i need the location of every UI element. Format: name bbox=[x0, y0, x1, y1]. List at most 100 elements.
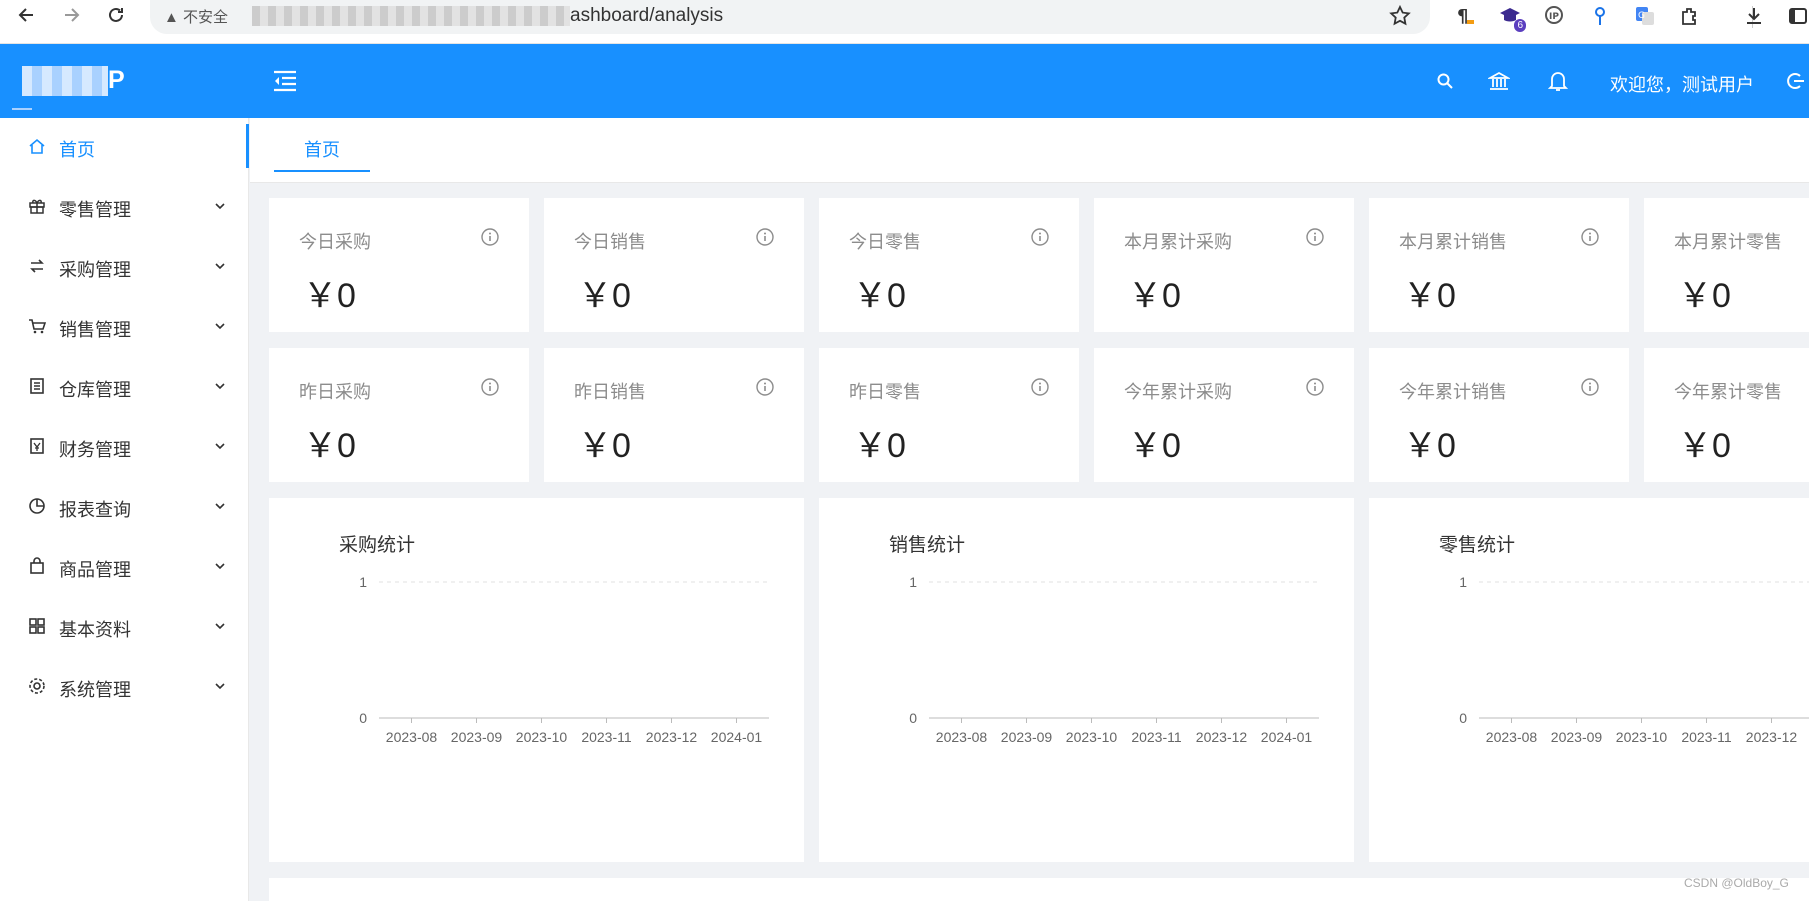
stat-card-year-purchase: 今年累计采购 ￥0 bbox=[1094, 348, 1354, 482]
stat-title: 今年累计零售 bbox=[1674, 382, 1782, 402]
stat-value: ￥0 bbox=[853, 277, 906, 315]
stat-card-today-sales: 今日销售 ￥0 bbox=[544, 198, 804, 332]
menu-fold-icon[interactable] bbox=[270, 66, 300, 96]
sidebar-item-purchase[interactable]: 采购管理 bbox=[0, 238, 249, 294]
reload-icon[interactable] bbox=[101, 0, 131, 30]
info-icon[interactable] bbox=[480, 227, 500, 247]
x-tick-label: 2024-01 bbox=[711, 729, 763, 745]
stat-value: ￥0 bbox=[1403, 277, 1456, 315]
chevron-down-icon bbox=[215, 383, 225, 390]
info-icon[interactable] bbox=[1030, 227, 1050, 247]
app-header: P 欢迎您，测试用户 bbox=[0, 44, 1809, 118]
stat-title: 本月累计采购 bbox=[1124, 232, 1232, 252]
chevron-down-icon bbox=[215, 263, 225, 270]
stat-card-year-retail: 今年累计零售 ￥0 bbox=[1644, 348, 1809, 482]
info-icon[interactable] bbox=[480, 377, 500, 397]
sidebar-item-label: 系统管理 bbox=[59, 680, 131, 700]
sidebar-item-finance[interactable]: 财务管理 bbox=[0, 418, 249, 474]
stat-value: ￥0 bbox=[853, 427, 906, 465]
translate-extension-icon[interactable]: G bbox=[1631, 2, 1659, 30]
chevron-down-icon bbox=[215, 443, 225, 450]
info-icon[interactable] bbox=[1030, 377, 1050, 397]
info-icon[interactable] bbox=[1305, 227, 1325, 247]
x-tick-label: 2023-12 bbox=[1746, 729, 1798, 745]
y-tick-label: 1 bbox=[909, 574, 917, 590]
y-tick-label: 0 bbox=[359, 710, 367, 726]
purchase-chart: 1 0 2023-08 2023-09 2023-10 2023-11 2023-12 202… bbox=[359, 574, 769, 745]
x-tick-label: 2023-09 bbox=[1551, 729, 1603, 745]
chart-card-retail: 零售统计 1 0 2023-08 2023-09 2023-10 2023-11 2023-… bbox=[1369, 498, 1809, 862]
sidebar-item-label: 商品管理 bbox=[59, 560, 131, 580]
stat-card-month-sales: 本月累计销售 ￥0 bbox=[1369, 198, 1629, 332]
sidebar-item-products[interactable]: 商品管理 bbox=[0, 538, 249, 594]
chart-card-purchase: 采购统计 1 0 2023-08 2023-09 2023-10 2023-11 2023-… bbox=[269, 498, 804, 862]
sidebar-item-label: 采购管理 bbox=[59, 260, 131, 280]
sidebar-item-sales[interactable]: 销售管理 bbox=[0, 298, 249, 354]
warning-icon: ▲ bbox=[164, 9, 179, 26]
stat-title: 昨日采购 bbox=[299, 382, 371, 402]
security-indicator[interactable]: ▲ 不安全 bbox=[164, 6, 228, 27]
y-tick-label: 0 bbox=[1459, 710, 1467, 726]
side-panel-icon[interactable] bbox=[1784, 2, 1809, 30]
extensions-puzzle-icon[interactable] bbox=[1676, 2, 1704, 30]
svg-text:IP: IP bbox=[1549, 12, 1559, 22]
sidebar-item-basic-data[interactable]: 基本资料 bbox=[0, 598, 249, 654]
stat-value: ￥0 bbox=[303, 427, 356, 465]
sidebar-item-home[interactable]: 首页 bbox=[0, 118, 249, 174]
bank-icon[interactable] bbox=[1484, 66, 1514, 96]
stat-title: 今年累计销售 bbox=[1399, 382, 1507, 402]
info-icon[interactable] bbox=[1305, 377, 1325, 397]
y-tick-label: 0 bbox=[909, 710, 917, 726]
sales-chart: 1 0 2023-08 2023-09 2023-10 2023-11 2023-12 202… bbox=[909, 574, 1319, 745]
x-tick-label: 2023-10 bbox=[1616, 729, 1668, 745]
browser-toolbar: ▲ 不安全 ashboard/analysis ¶ 6 IP G bbox=[0, 0, 1809, 44]
bottom-card bbox=[269, 878, 1809, 901]
svg-text:G: G bbox=[1638, 11, 1645, 21]
sidebar-item-label: 仓库管理 bbox=[59, 380, 131, 400]
sidebar-item-system[interactable]: 系统管理 bbox=[0, 658, 249, 714]
bookmark-star-icon[interactable] bbox=[1388, 4, 1412, 33]
setting-icon bbox=[29, 678, 45, 694]
stat-title: 今日采购 bbox=[299, 232, 371, 252]
tab-home[interactable]: 首页 bbox=[274, 118, 370, 174]
chevron-down-icon bbox=[215, 623, 225, 630]
chevron-down-icon bbox=[215, 683, 225, 690]
tab-bar: 首页 bbox=[250, 118, 1809, 183]
sidebar-item-label: 报表查询 bbox=[59, 500, 131, 520]
address-bar[interactable]: ▲ 不安全 ashboard/analysis bbox=[150, 0, 1430, 34]
info-icon[interactable] bbox=[1580, 227, 1600, 247]
stat-card-year-sales: 今年累计销售 ￥0 bbox=[1369, 348, 1629, 482]
sidebar-item-label: 财务管理 bbox=[59, 440, 131, 460]
x-tick-label: 2023-08 bbox=[386, 729, 438, 745]
download-icon[interactable] bbox=[1740, 2, 1768, 30]
bell-icon[interactable] bbox=[1543, 66, 1573, 96]
ip-extension-icon[interactable]: IP bbox=[1541, 2, 1569, 30]
stat-card-yesterday-sales: 昨日销售 ￥0 bbox=[544, 348, 804, 482]
paragraph-extension-icon[interactable]: ¶ bbox=[1450, 2, 1478, 30]
stat-title: 本月累计销售 bbox=[1399, 232, 1507, 252]
chevron-down-icon bbox=[215, 203, 225, 210]
forward-icon[interactable] bbox=[56, 0, 86, 30]
sidebar-item-reports[interactable]: 报表查询 bbox=[0, 478, 249, 534]
sidebar-item-warehouse[interactable]: 仓库管理 bbox=[0, 358, 249, 414]
stat-value: ￥0 bbox=[578, 277, 631, 315]
x-tick-label: 2023-08 bbox=[1486, 729, 1538, 745]
svg-text:¶: ¶ bbox=[1457, 6, 1468, 27]
graduation-extension-icon[interactable]: 6 bbox=[1496, 2, 1526, 32]
search-icon[interactable] bbox=[1430, 66, 1460, 96]
stat-title: 昨日零售 bbox=[849, 382, 921, 402]
sidebar-item-label: 首页 bbox=[59, 140, 95, 160]
welcome-user[interactable]: 欢迎您，测试用户 bbox=[1610, 71, 1754, 97]
info-icon[interactable] bbox=[755, 377, 775, 397]
stat-card-today-retail: 今日零售 ￥0 bbox=[819, 198, 1079, 332]
x-tick-label: 2023-08 bbox=[936, 729, 988, 745]
stat-value: ￥0 bbox=[1403, 427, 1456, 465]
sidebar: 首页 零售管理 采购管理 销售管理 仓库管理 财务管理 报表查询 商品管理 基本… bbox=[0, 118, 249, 901]
info-icon[interactable] bbox=[1580, 377, 1600, 397]
info-icon[interactable] bbox=[755, 227, 775, 247]
logout-icon[interactable] bbox=[1780, 66, 1809, 96]
location-extension-icon[interactable] bbox=[1586, 2, 1614, 30]
gift-icon bbox=[29, 199, 45, 214]
sidebar-item-retail[interactable]: 零售管理 bbox=[0, 178, 249, 234]
back-icon[interactable] bbox=[12, 0, 42, 30]
